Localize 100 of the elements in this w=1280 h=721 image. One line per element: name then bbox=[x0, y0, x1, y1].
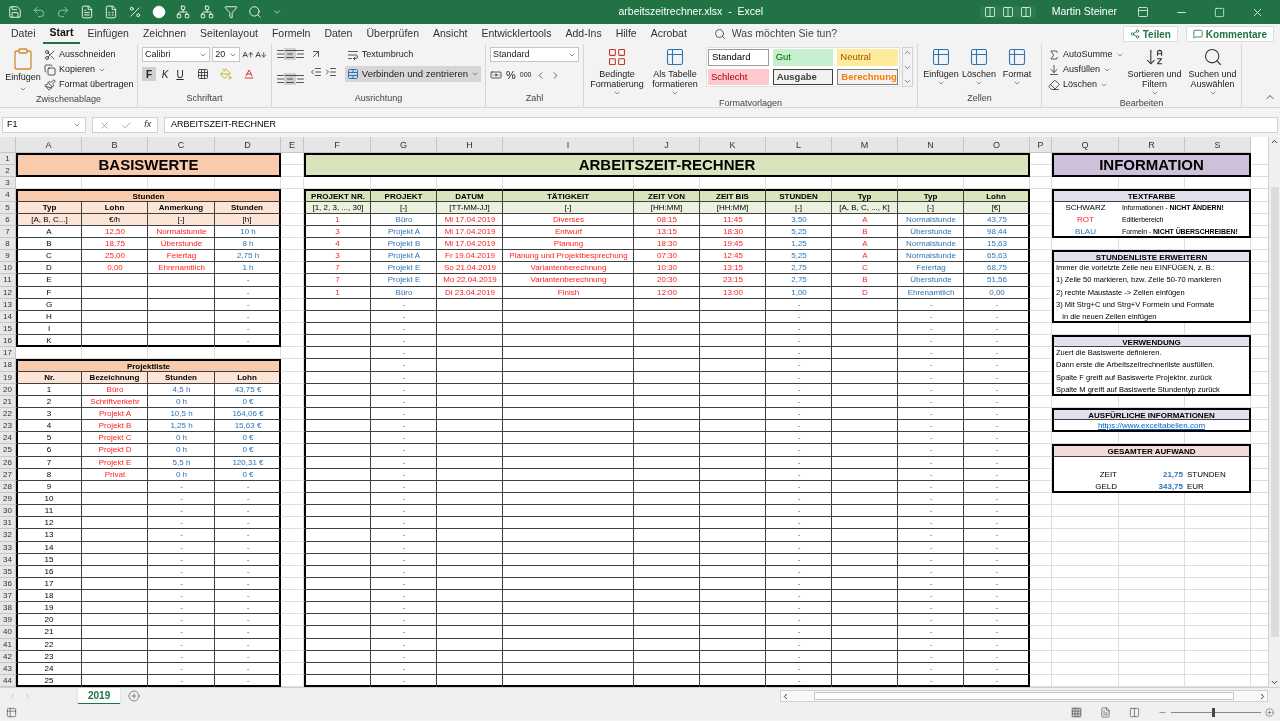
row-header[interactable]: 31 bbox=[0, 517, 16, 530]
column-header[interactable]: I bbox=[503, 137, 634, 153]
table-cell: 5,25 bbox=[791, 225, 807, 238]
autosum-button[interactable]: AutoSumme bbox=[1046, 47, 1126, 62]
cell-style-button[interactable]: Standard bbox=[708, 49, 769, 66]
format-painter-button[interactable]: Format übertragen bbox=[42, 77, 136, 92]
cell-style-button[interactable]: Schlecht bbox=[708, 68, 769, 85]
cells-button[interactable]: Format bbox=[998, 47, 1036, 92]
table-cell: 13:00 bbox=[723, 286, 743, 299]
menu-tab[interactable]: Überprüfen bbox=[359, 24, 426, 44]
column-header[interactable]: M bbox=[832, 137, 898, 153]
table-cell: 1 bbox=[335, 213, 340, 226]
link[interactable]: https://www.exceltabellen.com bbox=[1097, 420, 1206, 433]
clear-button[interactable]: Löschen bbox=[1046, 77, 1111, 92]
row-header[interactable]: 32 bbox=[0, 529, 16, 542]
unit-cell: [1, 2, 3, ..., 30] bbox=[306, 201, 370, 213]
column-header[interactable]: O bbox=[964, 137, 1030, 153]
menu-tab[interactable]: Einfügen bbox=[80, 24, 136, 44]
row-header[interactable]: 39 bbox=[0, 614, 16, 627]
row-header[interactable]: 3 bbox=[0, 177, 16, 190]
table-cell-text: - bbox=[180, 577, 183, 590]
column-header[interactable]: S bbox=[1185, 137, 1251, 153]
cut-button[interactable]: Ausschneiden bbox=[42, 47, 118, 62]
column-header[interactable]: B bbox=[82, 137, 148, 153]
user-name[interactable]: Martin Steiner bbox=[1051, 4, 1117, 20]
menu-tab[interactable]: Formeln bbox=[264, 24, 318, 44]
table-cell: 7 bbox=[335, 262, 340, 275]
cell-style-button[interactable]: Ausgabe bbox=[772, 68, 834, 85]
row-header[interactable]: 23 bbox=[0, 420, 16, 433]
cells-button[interactable]: Einfügen bbox=[922, 47, 960, 92]
sheet-tab[interactable]: 2019 bbox=[78, 687, 121, 705]
menu-tab[interactable]: Add-Ins bbox=[558, 24, 609, 44]
menu-tab[interactable]: Datei bbox=[4, 24, 43, 44]
row-header[interactable]: 38 bbox=[0, 602, 16, 615]
share-button[interactable]: Teilen bbox=[1122, 26, 1178, 42]
row-header[interactable]: 10 bbox=[0, 262, 16, 275]
cells-button[interactable]: Löschen bbox=[960, 47, 998, 92]
column-header[interactable]: K bbox=[700, 137, 766, 153]
column-header[interactable]: C bbox=[148, 137, 215, 153]
percent-button[interactable]: % bbox=[506, 67, 516, 84]
table-cell: - bbox=[995, 359, 999, 372]
row-header[interactable]: 1 bbox=[0, 153, 16, 166]
format-as-table-button[interactable]: Als Tabelle formatieren bbox=[646, 47, 704, 97]
formula-field[interactable]: ARBEITSZEIT-RECHNER bbox=[164, 117, 1278, 133]
number-format-field[interactable]: Standard bbox=[490, 47, 579, 62]
row-header[interactable]: 40 bbox=[0, 626, 16, 639]
row-header[interactable]: 37 bbox=[0, 590, 16, 603]
menu-tab[interactable]: Zeichnen bbox=[135, 24, 194, 44]
row-header[interactable]: 30 bbox=[0, 505, 16, 518]
row-header[interactable]: 18 bbox=[0, 359, 16, 372]
column-header[interactable]: A bbox=[16, 137, 82, 153]
column-header[interactable]: G bbox=[371, 137, 437, 153]
column-header[interactable]: N bbox=[898, 137, 964, 153]
menu-tab[interactable]: Daten bbox=[317, 24, 360, 44]
column-header[interactable]: Q bbox=[1052, 137, 1119, 153]
menu-tab[interactable]: Acrobat bbox=[643, 24, 694, 44]
bold-button[interactable]: F bbox=[142, 67, 156, 81]
wrap-text-button[interactable]: Textumbruch bbox=[344, 47, 416, 62]
row-header[interactable]: 44 bbox=[0, 675, 16, 688]
column-heading: Nr. bbox=[18, 371, 81, 383]
tell-me-field[interactable]: Was möchten Sie tun? bbox=[731, 26, 882, 42]
table-cell: - bbox=[402, 553, 406, 566]
row-header[interactable]: 4 bbox=[0, 189, 16, 202]
insert-function-button[interactable]: fx bbox=[144, 118, 152, 132]
row-header[interactable]: 16 bbox=[0, 335, 16, 348]
column-header[interactable]: D bbox=[215, 137, 281, 153]
row-header[interactable]: 2 bbox=[0, 165, 16, 178]
fill-button[interactable]: Ausfüllen bbox=[1046, 62, 1114, 77]
row-header[interactable]: 11 bbox=[0, 274, 16, 287]
menu-tab[interactable]: Ansicht bbox=[426, 24, 475, 44]
row-header[interactable]: 24 bbox=[0, 432, 16, 445]
column-header[interactable]: R bbox=[1119, 137, 1185, 153]
conditional-formatting-button[interactable]: Bedingte Formatierung bbox=[588, 47, 646, 97]
column-header[interactable]: E bbox=[281, 137, 304, 153]
copy-button[interactable]: Kopieren bbox=[42, 62, 109, 77]
menu-tab[interactable]: Hilfe bbox=[608, 24, 644, 44]
column-header[interactable]: P bbox=[1030, 137, 1052, 153]
column-header[interactable]: J bbox=[634, 137, 700, 153]
cell-style-button[interactable]: Neutral bbox=[837, 49, 898, 66]
find-select-button[interactable]: Suchen und Auswählen bbox=[1183, 47, 1242, 97]
merge-center-button[interactable]: Verbinden und zentrieren bbox=[344, 66, 481, 82]
sort-filter-button[interactable]: Sortieren und Filtern bbox=[1125, 47, 1184, 97]
font-size-field[interactable]: 20 bbox=[212, 47, 240, 62]
menu-tab[interactable]: Seitenlayout bbox=[193, 24, 265, 44]
font-family-field[interactable]: Calibri bbox=[142, 47, 211, 62]
column-heading: Lohn bbox=[964, 191, 1028, 201]
row-header[interactable]: 17 bbox=[0, 347, 16, 360]
column-header[interactable]: L bbox=[766, 137, 832, 153]
paste-button[interactable]: Einfügen bbox=[4, 47, 42, 93]
column-header[interactable]: F bbox=[304, 137, 371, 153]
row-header[interactable]: 25 bbox=[0, 444, 16, 457]
table-cell-text: - bbox=[995, 662, 999, 675]
italic-button[interactable]: K bbox=[159, 67, 171, 81]
row-header[interactable]: 9 bbox=[0, 250, 16, 263]
cell-style-button[interactable]: Gut bbox=[772, 49, 834, 66]
column-header[interactable]: H bbox=[437, 137, 503, 153]
menu-tab[interactable]: Entwicklertools bbox=[474, 24, 559, 44]
comments-button[interactable]: Kommentare bbox=[1185, 26, 1274, 42]
name-box[interactable]: F1 bbox=[2, 117, 86, 133]
underline-button[interactable]: U bbox=[174, 67, 186, 81]
